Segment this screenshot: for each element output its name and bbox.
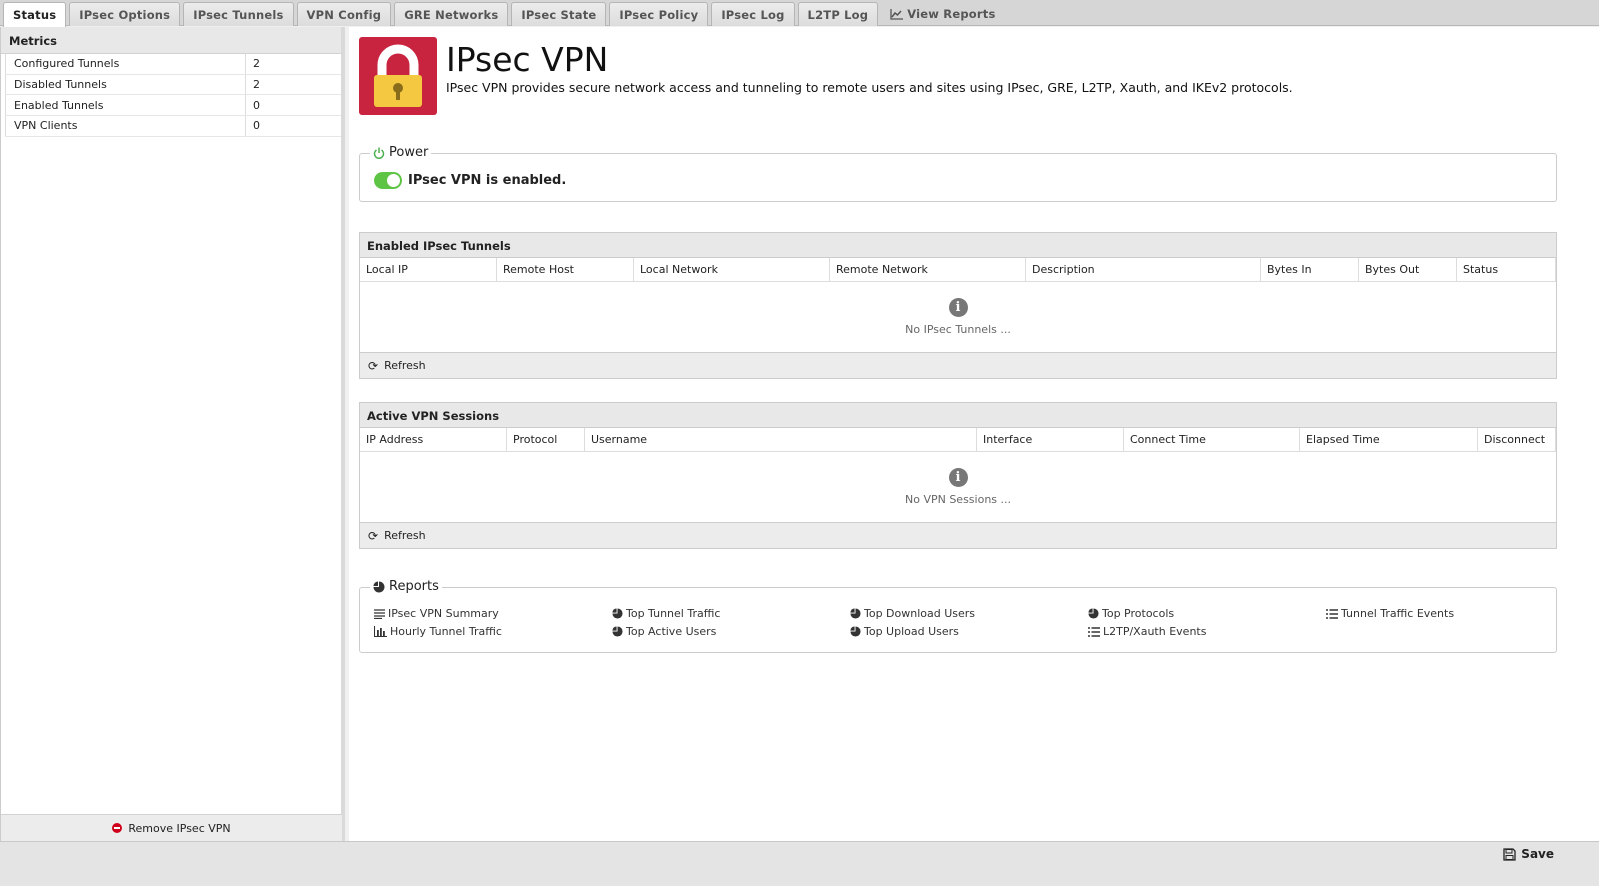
tab-status[interactable]: Status xyxy=(3,2,67,27)
report-link-tunnel-traffic-events[interactable]: Tunnel Traffic Events xyxy=(1326,607,1564,620)
tab-gre-networks[interactable]: GRE Networks xyxy=(394,2,509,26)
tab-ipsec-state[interactable]: IPsec State xyxy=(511,2,607,26)
empty-text: No IPsec Tunnels ... xyxy=(905,323,1011,336)
metric-row: Disabled Tunnels 2 xyxy=(5,74,341,96)
bottom-toolbar: Save xyxy=(0,841,1599,886)
column-header[interactable]: Remote Network xyxy=(830,258,1026,281)
remove-app-button[interactable]: Remove IPsec VPN xyxy=(1,814,342,841)
refresh-button[interactable]: ⟳ Refresh xyxy=(360,522,1556,548)
enabled-tunnels-panel: Enabled IPsec Tunnels Local IP Remote Ho… xyxy=(359,232,1557,379)
tab-view-reports[interactable]: View Reports xyxy=(881,2,1004,26)
report-link-top-tunnel-traffic[interactable]: Top Tunnel Traffic xyxy=(612,607,850,620)
column-header[interactable]: Bytes In xyxy=(1261,258,1359,281)
table-header: Local IP Remote Host Local Network Remot… xyxy=(360,258,1556,282)
tab-l2tp-log[interactable]: L2TP Log xyxy=(797,2,879,26)
metric-value: 2 xyxy=(253,78,260,92)
pie-chart-icon xyxy=(612,626,623,637)
reports-grid: IPsec VPN Summary Top Tunnel Traffic Top… xyxy=(374,607,1564,638)
refresh-icon: ⟳ xyxy=(368,358,379,373)
column-header[interactable]: Interface xyxy=(977,428,1124,451)
power-icon xyxy=(373,147,385,159)
tab-ipsec-policy[interactable]: IPsec Policy xyxy=(609,2,709,26)
report-link-top-protocols[interactable]: Top Protocols xyxy=(1088,607,1326,620)
empty-state: i No IPsec Tunnels ... xyxy=(360,282,1556,352)
refresh-button[interactable]: ⟳ Refresh xyxy=(360,352,1556,378)
pie-chart-icon xyxy=(373,581,385,592)
metric-value: 0 xyxy=(253,119,260,133)
metric-value: 2 xyxy=(253,57,260,71)
power-toggle[interactable] xyxy=(374,172,402,189)
floppy-disk-icon xyxy=(1503,847,1516,861)
pie-chart-icon xyxy=(1088,608,1099,619)
report-link-hourly-tunnel-traffic[interactable]: Hourly Tunnel Traffic xyxy=(374,625,612,638)
column-header[interactable]: Connect Time xyxy=(1124,428,1300,451)
column-header[interactable]: Remote Host xyxy=(497,258,634,281)
info-icon: i xyxy=(948,468,968,487)
report-link-top-active-users[interactable]: Top Active Users xyxy=(612,625,850,638)
metric-row: VPN Clients 0 xyxy=(5,116,341,137)
column-header[interactable]: IP Address xyxy=(360,428,507,451)
table-header: IP Address Protocol Username Interface C… xyxy=(360,428,1556,452)
refresh-icon: ⟳ xyxy=(368,528,379,543)
column-header[interactable]: Local IP xyxy=(360,258,497,281)
pie-chart-icon xyxy=(850,626,861,637)
list-icon xyxy=(1088,626,1100,637)
empty-text: No VPN Sessions ... xyxy=(904,493,1012,506)
page-title: IPsec VPN xyxy=(446,40,609,79)
tab-bar: Status IPsec Options IPsec Tunnels VPN C… xyxy=(0,0,1599,27)
column-header[interactable]: Status xyxy=(1457,258,1556,281)
pie-chart-icon xyxy=(612,608,623,619)
report-link-top-upload-users[interactable]: Top Upload Users xyxy=(850,625,1088,638)
tab-vpn-config[interactable]: VPN Config xyxy=(296,2,392,26)
metric-name: Disabled Tunnels xyxy=(5,74,246,95)
empty-state: i No VPN Sessions ... xyxy=(360,452,1556,522)
column-header[interactable]: Protocol xyxy=(507,428,585,451)
column-header[interactable]: Bytes Out xyxy=(1359,258,1457,281)
tab-ipsec-tunnels[interactable]: IPsec Tunnels xyxy=(183,2,294,26)
list-lines-icon xyxy=(374,608,385,619)
info-icon: i xyxy=(948,298,968,317)
metric-name: Configured Tunnels xyxy=(5,54,246,74)
report-link-ipsec-vpn-summary[interactable]: IPsec VPN Summary xyxy=(374,607,612,620)
remove-icon xyxy=(112,823,123,833)
metrics-sidebar: Metrics Configured Tunnels 2 Disabled Tun… xyxy=(0,27,345,841)
metrics-header: Metrics xyxy=(1,27,341,54)
power-status-text: IPsec VPN is enabled. xyxy=(408,173,567,188)
column-header[interactable]: Elapsed Time xyxy=(1300,428,1478,451)
padlock-icon xyxy=(359,37,437,115)
bar-chart-icon xyxy=(374,626,387,637)
column-header[interactable]: Disconnect xyxy=(1478,428,1556,451)
report-link-top-download-users[interactable]: Top Download Users xyxy=(850,607,1088,620)
metric-value: 0 xyxy=(253,98,260,112)
power-legend: Power xyxy=(370,145,432,160)
column-header[interactable]: Description xyxy=(1026,258,1261,281)
panel-title: Active VPN Sessions xyxy=(360,403,1556,428)
metric-row: Configured Tunnels 2 xyxy=(5,54,341,75)
app-description: IPsec VPN provides secure network access… xyxy=(446,80,1293,95)
tab-ipsec-options[interactable]: IPsec Options xyxy=(69,2,181,26)
power-section: Power IPsec VPN is enabled. xyxy=(359,145,1557,202)
metric-row: Enabled Tunnels 0 xyxy=(5,95,341,117)
reports-section: Reports IPsec VPN Summary Top Tunnel Tra… xyxy=(359,579,1557,653)
pie-chart-icon xyxy=(850,608,861,619)
tab-ipsec-log[interactable]: IPsec Log xyxy=(711,2,795,26)
column-header[interactable]: Username xyxy=(585,428,977,451)
main-panel: IPsec VPN IPsec VPN provides secure netw… xyxy=(349,27,1599,841)
report-link-l2tp-xauth-events[interactable]: L2TP/Xauth Events xyxy=(1088,625,1326,638)
metric-name: VPN Clients xyxy=(5,116,246,136)
save-button[interactable]: Save xyxy=(1503,847,1554,861)
active-sessions-panel: Active VPN Sessions IP Address Protocol … xyxy=(359,402,1557,549)
metric-name: Enabled Tunnels xyxy=(5,95,246,116)
line-chart-icon xyxy=(890,8,904,20)
reports-legend: Reports xyxy=(370,579,442,594)
column-header[interactable]: Local Network xyxy=(634,258,830,281)
panel-title: Enabled IPsec Tunnels xyxy=(360,233,1556,258)
list-icon xyxy=(1326,608,1338,619)
